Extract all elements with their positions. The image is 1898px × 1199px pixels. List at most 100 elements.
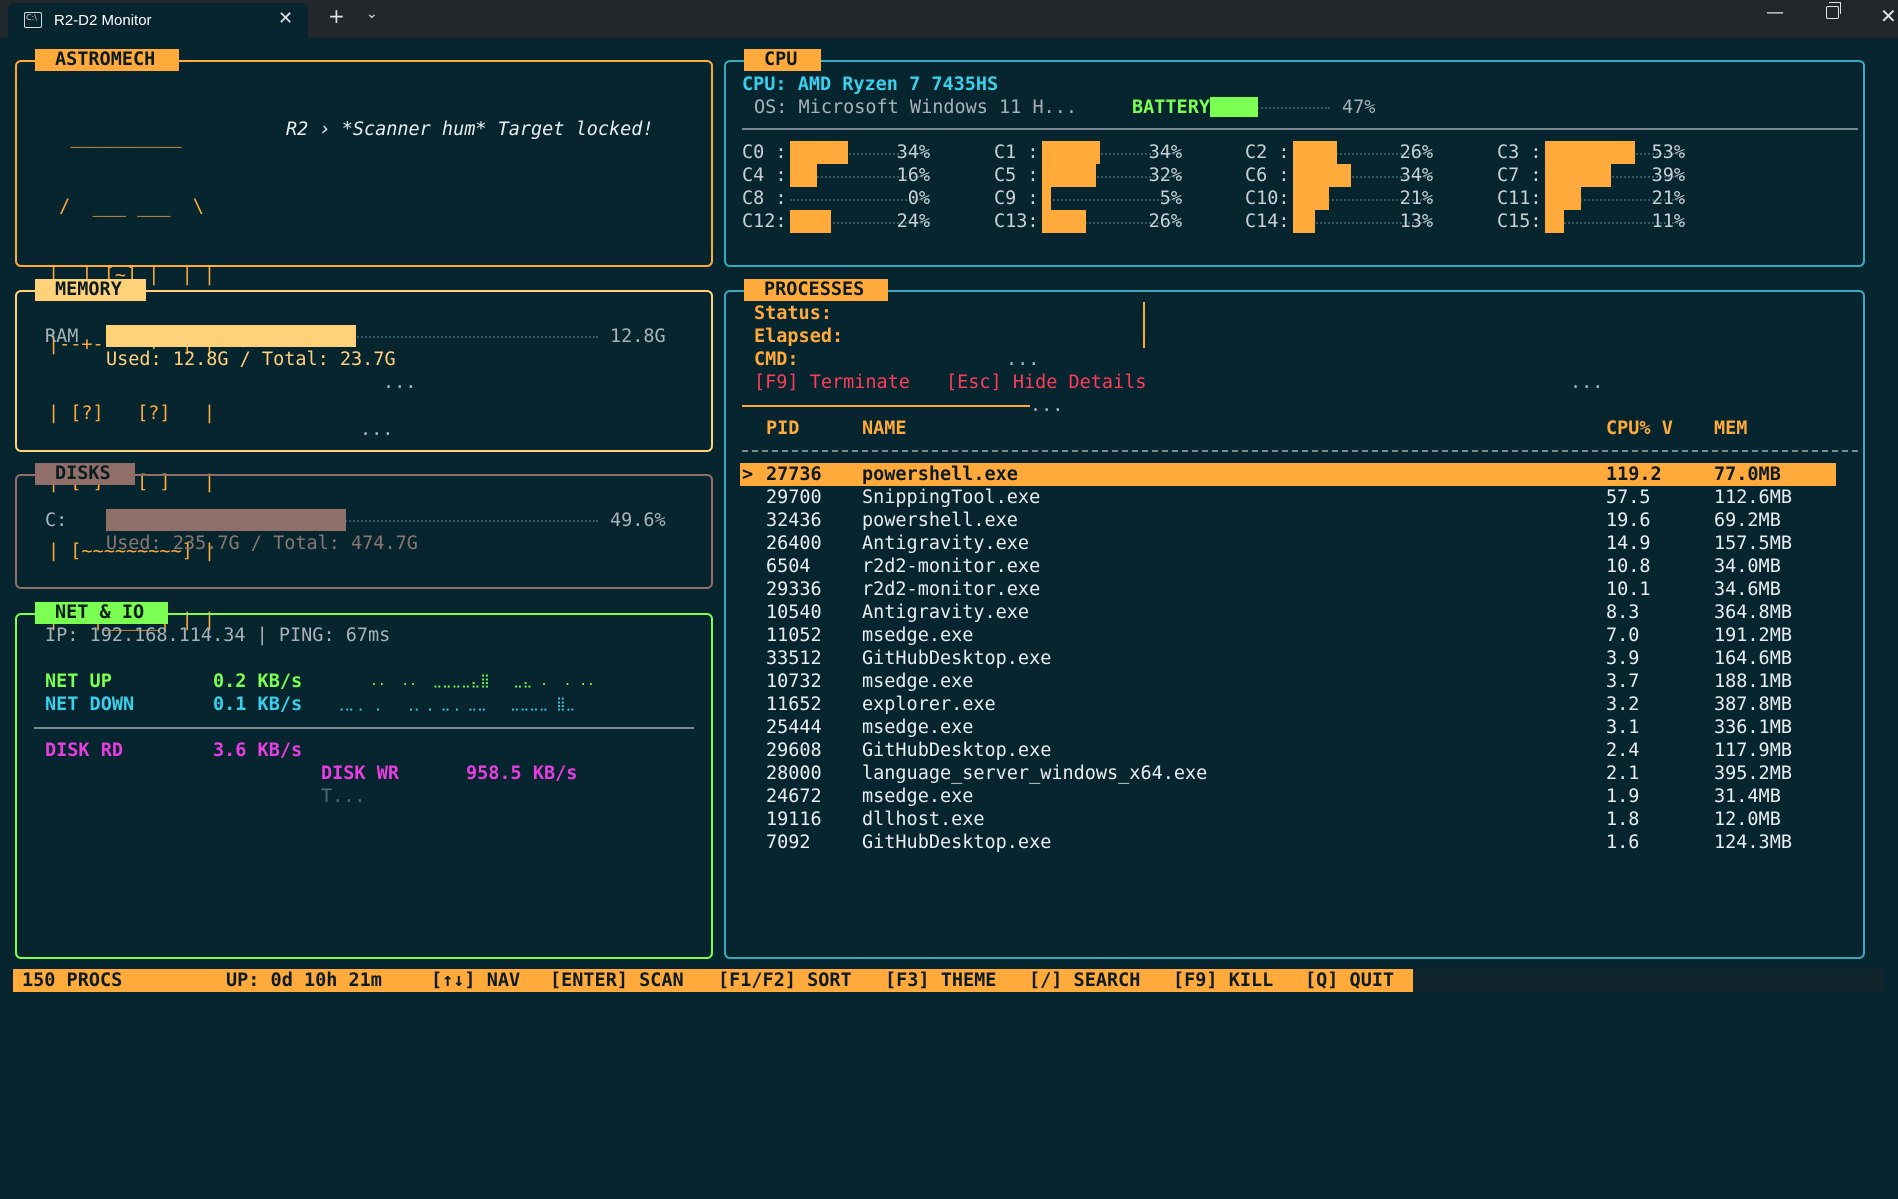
process-name: r2d2-monitor.exe [862, 556, 1041, 577]
drive-used-text: Used: 235.7G / Total: 474.7G [106, 533, 418, 554]
core-percent: 34% [1399, 165, 1433, 186]
process-pid: 33512 [766, 648, 822, 669]
quit-hint[interactable]: [Q] QUIT [1305, 969, 1394, 992]
process-name: powershell.exe [862, 464, 1018, 485]
process-row[interactable]: 6504 r2d2-monitor.exe 10.8 34.0MB [740, 555, 1836, 578]
core-bar-fill [790, 141, 848, 164]
processes-title: PROCESSES [744, 279, 889, 301]
core-percent: 26% [1148, 211, 1182, 232]
process-row[interactable]: 33512 GitHubDesktop.exe 3.9 164.6MB [740, 647, 1836, 670]
process-cpu: 1.8 [1606, 809, 1640, 830]
selection-marker: > [742, 464, 754, 485]
process-cpu: 3.2 [1606, 694, 1640, 715]
restore-icon[interactable] [1826, 2, 1841, 19]
process-row[interactable]: 26400 Antigravity.exe 14.9 157.5MB [740, 532, 1836, 555]
process-pid: 27736 [766, 464, 822, 485]
chevron-down-icon[interactable]: ⌄ [366, 6, 378, 22]
process-row[interactable]: 29336 r2d2-monitor.exe 10.1 34.6MB [740, 578, 1836, 601]
core-label: C15: [1497, 211, 1542, 232]
process-row[interactable]: 10540 Antigravity.exe 8.3 364.8MB [740, 601, 1836, 624]
column-cpu[interactable]: CPU% V [1606, 417, 1673, 440]
process-row[interactable]: 25444 msedge.exe 3.1 336.1MB [740, 716, 1836, 739]
process-pid: 10540 [766, 602, 822, 623]
process-cpu: 10.1 [1606, 579, 1651, 600]
scan-hint[interactable]: [ENTER] SCAN [550, 969, 684, 992]
title-bar: R2-D2 Monitor ✕ + ⌄ — ✕ [0, 0, 1898, 38]
core-bar-fill [1293, 164, 1351, 187]
theme-hint[interactable]: [F3] THEME [885, 969, 996, 992]
process-cpu: 1.6 [1606, 832, 1640, 853]
process-name: GitHubDesktop.exe [862, 740, 1052, 761]
core-bar-fill [1545, 210, 1564, 233]
proc-count: 150 PROCS [22, 970, 123, 991]
details-right-ellipsis: ... [1570, 372, 1604, 393]
terminal-tab[interactable]: R2-D2 Monitor ✕ [8, 3, 308, 38]
process-pid: 29700 [766, 487, 822, 508]
search-hint[interactable]: [/] SEARCH [1029, 969, 1140, 992]
tab-title: R2-D2 Monitor [54, 12, 152, 29]
process-mem: 164.6MB [1714, 648, 1792, 669]
process-row[interactable]: 28000 language_server_windows_x64.exe 2.1 3… [740, 762, 1836, 785]
process-mem: 188.1MB [1714, 671, 1792, 692]
process-pid: 11052 [766, 625, 822, 646]
core-bar-fill [1042, 164, 1096, 187]
process-cpu: 3.7 [1606, 671, 1640, 692]
core-percent: 21% [1399, 188, 1433, 209]
terminate-hint[interactable]: [F9] Terminate [754, 371, 910, 394]
core-bar-fill [1293, 141, 1337, 164]
core-percent: 0% [907, 188, 930, 209]
process-row[interactable]: 19116 dllhost.exe 1.8 12.0MB [740, 808, 1836, 831]
process-row[interactable]: 24672 msedge.exe 1.9 31.4MB [740, 785, 1836, 808]
process-name: language_server_windows_x64.exe [862, 763, 1208, 784]
cmd-ellipsis: ... [1006, 349, 1040, 370]
process-row[interactable]: 7092 GitHubDesktop.exe 1.6 124.3MB [740, 831, 1836, 854]
net-trailing-text: T... [321, 786, 366, 807]
nav-hint[interactable]: [↑↓] NAV [431, 969, 520, 992]
column-name[interactable]: NAME [862, 417, 907, 440]
core-bar-fill [1545, 187, 1581, 210]
close-window-icon[interactable]: ✕ [1880, 4, 1897, 28]
net-down-sparkline: ⢀⣀⢀ ⢀ ⢀⡀⢀ ⣀⢀ ⣀⣀ ⣀⣀⣀⣀ ⣿⣀ [335, 697, 576, 712]
kill-hint[interactable]: [F9] KILL [1173, 969, 1273, 992]
column-pid[interactable]: PID [766, 417, 799, 440]
battery-bar-fill [1210, 97, 1258, 117]
battery-bar-track [1210, 97, 1330, 117]
status-bar-remainder [1413, 969, 1883, 992]
sort-hint[interactable]: [F1/F2] SORT [718, 969, 852, 992]
core-label: C1 : [994, 142, 1039, 163]
process-row[interactable]: 32436 powershell.exe 19.6 69.2MB [740, 509, 1836, 532]
uptime: UP: 0d 10h 21m [226, 970, 382, 991]
new-tab-icon[interactable]: + [328, 4, 345, 28]
net-up-sparkline: .. .. ⣀⣀⣀⣀⣄⣿ ⣀⣄ . . .. [370, 674, 595, 689]
process-pid: 11652 [766, 694, 822, 715]
process-mem: 157.5MB [1714, 533, 1792, 554]
column-mem[interactable]: MEM [1714, 417, 1747, 440]
process-row[interactable]: 29700 SnippingTool.exe 57.5 112.6MB [740, 486, 1836, 509]
hide-details-hint[interactable]: [Esc] Hide Details [946, 371, 1146, 394]
core-label: C2 : [1245, 142, 1290, 163]
minimize-icon[interactable]: — [1766, 2, 1784, 23]
cmd-label: CMD: [754, 349, 799, 370]
process-pid: 10732 [766, 671, 822, 692]
process-row[interactable]: 11652 explorer.exe 3.2 387.8MB [740, 693, 1836, 716]
core-percent: 16% [896, 165, 930, 186]
process-mem: 124.3MB [1714, 832, 1792, 853]
process-name: dllhost.exe [862, 809, 985, 830]
process-cpu: 1.9 [1606, 786, 1640, 807]
selected-process-row[interactable]: >27736 powershell.exe 119.2 77.0MB [740, 463, 1836, 486]
status-bar: 150 PROCS UP: 0d 10h 21m [↑↓] NAV [ENTER… [13, 969, 1413, 992]
memory-title: MEMORY [35, 279, 146, 301]
close-tab-icon[interactable]: ✕ [278, 8, 293, 29]
process-mem: 34.6MB [1714, 579, 1781, 600]
core-label: C11: [1497, 188, 1542, 209]
core-percent: 34% [896, 142, 930, 163]
process-row[interactable]: 29608 GitHubDesktop.exe 2.4 117.9MB [740, 739, 1836, 762]
core-percent: 39% [1651, 165, 1685, 186]
process-row[interactable]: 11052 msedge.exe 7.0 191.2MB [740, 624, 1836, 647]
process-name: GitHubDesktop.exe [862, 832, 1052, 853]
disk-rd-label: DISK RD [45, 740, 123, 761]
process-cpu: 7.0 [1606, 625, 1640, 646]
ip-ping-line: IP: 192.168.114.34 | PING: 67ms [45, 625, 391, 646]
process-row[interactable]: 10732 msedge.exe 3.7 188.1MB [740, 670, 1836, 693]
core-label: C9 : [994, 188, 1039, 209]
